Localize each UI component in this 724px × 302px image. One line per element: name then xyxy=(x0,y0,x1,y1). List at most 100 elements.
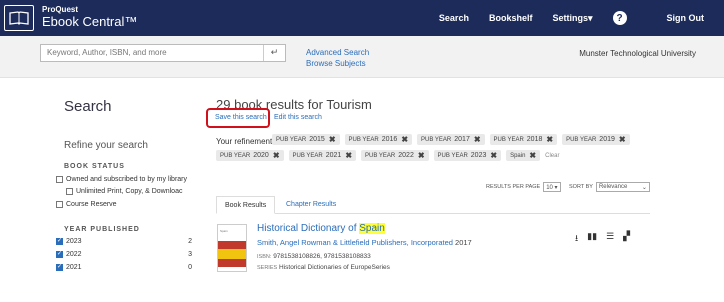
course-reserve-label: Course Reserve xyxy=(66,201,117,208)
checkbox-checked-icon[interactable] xyxy=(56,250,63,258)
remove-icon[interactable]: ✖ xyxy=(345,151,352,160)
refinement-chip[interactable]: PUB YEAR 2015 ✖ xyxy=(272,134,340,145)
book-meta: Smith, Angel Rowman & Littlefield Publis… xyxy=(257,238,472,247)
save-search-link[interactable]: Save this search xyxy=(215,114,267,121)
browse-subjects-link[interactable]: Browse Subjects xyxy=(306,58,369,69)
chip-prefix: PUB YEAR xyxy=(292,152,323,159)
nav-search[interactable]: Search xyxy=(439,13,469,23)
isbn-value: 9781538108826, 9781538108833 xyxy=(273,253,371,260)
book-title-highlight: Spain xyxy=(359,223,385,234)
book-cover[interactable]: Spain xyxy=(217,224,247,272)
read-online-icon[interactable]: ▮▮ xyxy=(587,231,597,247)
year-label: 2023 xyxy=(66,238,82,245)
book-title-link[interactable]: Historical Dictionary of Spain xyxy=(257,223,385,234)
results-per-page-label: RESULTS PER PAGE xyxy=(486,184,541,190)
chip-value: Spain xyxy=(510,152,526,159)
year-count: 0 xyxy=(188,264,192,271)
remove-icon[interactable]: ✖ xyxy=(474,135,481,144)
advanced-search-link[interactable]: Advanced Search xyxy=(306,47,369,58)
refinement-chip[interactable]: PUB YEAR 2017 ✖ xyxy=(417,134,485,145)
brand-top: ProQuest xyxy=(42,5,79,14)
tab-book-results[interactable]: Book Results xyxy=(216,196,276,214)
nav-bookshelf[interactable]: Bookshelf xyxy=(489,13,533,23)
refinement-chip[interactable]: PUB YEAR 2019 ✖ xyxy=(562,134,630,145)
series-label: SERIES xyxy=(257,265,278,271)
clear-refinements-link[interactable]: Clear xyxy=(545,153,559,159)
book-logo-icon[interactable] xyxy=(4,5,34,31)
chip-prefix: PUB YEAR xyxy=(276,136,307,143)
sort-by-select[interactable]: Relevance ⌄ xyxy=(595,182,650,192)
checkbox-checked-icon[interactable] xyxy=(56,263,63,271)
book-actions: ⭳ ▮▮ ☰ ▞ xyxy=(575,231,639,247)
remove-icon[interactable]: ✖ xyxy=(546,135,553,144)
book-year: 2017 xyxy=(455,238,472,247)
chip-value: 2018 xyxy=(526,136,543,143)
unlimited-checkbox[interactable]: Unlimited Print, Copy, & Downloac xyxy=(66,188,182,195)
book-series: SERIES Historical Dictionaries of Europe… xyxy=(257,264,390,271)
university-name: Munster Technological University xyxy=(579,49,696,58)
chip-prefix: PUB YEAR xyxy=(421,136,452,143)
remove-icon[interactable]: ✖ xyxy=(329,135,336,144)
nav-sign-out[interactable]: Sign Out xyxy=(667,13,705,23)
table-of-contents-icon[interactable]: ☰ xyxy=(606,231,614,247)
results-per-page: RESULTS PER PAGE 10 ▾ xyxy=(486,182,561,192)
chip-prefix: PUB YEAR xyxy=(365,152,396,159)
refinement-chips-row-2: PUB YEAR 2020 ✖ PUB YEAR 2021 ✖ PUB YEAR 2022… xyxy=(216,150,559,161)
remove-icon[interactable]: ✖ xyxy=(490,151,497,160)
chip-prefix: PUB YEAR xyxy=(220,152,251,159)
book-authors[interactable]: Smith, Angel Rowman & Littlefield Publis… xyxy=(257,238,453,247)
remove-icon[interactable]: ✖ xyxy=(273,151,280,160)
sort-by: SORT BY Relevance ⌄ xyxy=(569,182,650,192)
chip-prefix: PUB YEAR xyxy=(348,136,379,143)
chip-value: 2020 xyxy=(253,152,269,159)
checkbox-checked-icon[interactable] xyxy=(56,237,63,245)
search-placeholder: Keyword, Author, ISBN, and more xyxy=(47,48,167,57)
year-filter-row[interactable]: 2022 3 xyxy=(56,250,192,258)
search-links: Advanced Search Browse Subjects xyxy=(306,47,369,69)
refinement-chip[interactable]: PUB YEAR 2023 ✖ xyxy=(433,150,502,161)
brand[interactable]: ProQuest Ebook Central™ xyxy=(42,5,137,29)
checkbox-icon[interactable] xyxy=(56,201,63,208)
page-title: Search xyxy=(64,98,112,115)
tab-chapter-results[interactable]: Chapter Results xyxy=(278,196,344,214)
results-per-page-select[interactable]: 10 ▾ xyxy=(543,182,561,192)
year-count: 3 xyxy=(188,251,192,258)
year-filter-row[interactable]: 2021 0 xyxy=(56,263,192,271)
nav-settings[interactable]: Settings▾ xyxy=(552,13,592,24)
remove-icon[interactable]: ✖ xyxy=(418,151,425,160)
chip-value: 2017 xyxy=(454,136,470,143)
help-icon[interactable]: ? xyxy=(612,11,647,25)
checkbox-icon[interactable] xyxy=(56,176,63,183)
owned-checkbox[interactable]: Owned and subscribed to by my library xyxy=(56,176,187,183)
top-nav-bar: ProQuest Ebook Central™ Search Bookshelf… xyxy=(0,0,724,36)
refinement-chip[interactable]: PUB YEAR 2016 ✖ xyxy=(344,134,413,145)
owned-label: Owned and subscribed to by my library xyxy=(66,176,187,183)
unlimited-label: Unlimited Print, Copy, & Downloac xyxy=(76,188,183,195)
remove-icon[interactable]: ✖ xyxy=(401,135,408,144)
refinement-chip[interactable]: PUB YEAR 2018 ✖ xyxy=(489,134,558,145)
chip-value: 2016 xyxy=(381,136,398,143)
book-isbn: ISBN: 9781538108826, 9781538108833 xyxy=(257,253,371,260)
search-submit-icon[interactable]: ↵ xyxy=(263,45,285,61)
year-label: 2022 xyxy=(66,251,82,258)
book-title-prefix: Historical Dictionary of xyxy=(257,223,360,234)
download-icon[interactable]: ⭳ xyxy=(575,231,578,247)
chip-prefix: PUB YEAR xyxy=(566,136,597,143)
edit-search-link[interactable]: Edit this search xyxy=(274,114,322,121)
refinement-chip[interactable]: PUB YEAR 2022 ✖ xyxy=(361,150,429,161)
chip-value: 2021 xyxy=(325,152,342,159)
add-to-bookshelf-icon[interactable]: ▞ xyxy=(623,231,630,247)
cover-text: Spain xyxy=(220,229,228,233)
refinement-chip[interactable]: PUB YEAR 2020 ✖ xyxy=(216,150,284,161)
remove-icon[interactable]: ✖ xyxy=(529,151,536,160)
refinement-chip[interactable]: PUB YEAR 2021 ✖ xyxy=(288,150,357,161)
course-reserve-checkbox[interactable]: Course Reserve xyxy=(56,201,117,208)
checkbox-icon[interactable] xyxy=(66,188,73,195)
refinement-chip-spain[interactable]: Spain ✖ xyxy=(506,150,541,161)
remove-icon[interactable]: ✖ xyxy=(619,135,626,144)
series-value: Historical Dictionaries of EuropeSeries xyxy=(279,264,390,271)
top-nav: Search Bookshelf Settings▾ ? Sign Out xyxy=(439,0,724,36)
search-input[interactable]: Keyword, Author, ISBN, and more ↵ xyxy=(40,44,286,62)
year-published-title: YEAR PUBLISHED xyxy=(64,226,140,233)
year-filter-row[interactable]: 2023 2 xyxy=(56,237,192,245)
